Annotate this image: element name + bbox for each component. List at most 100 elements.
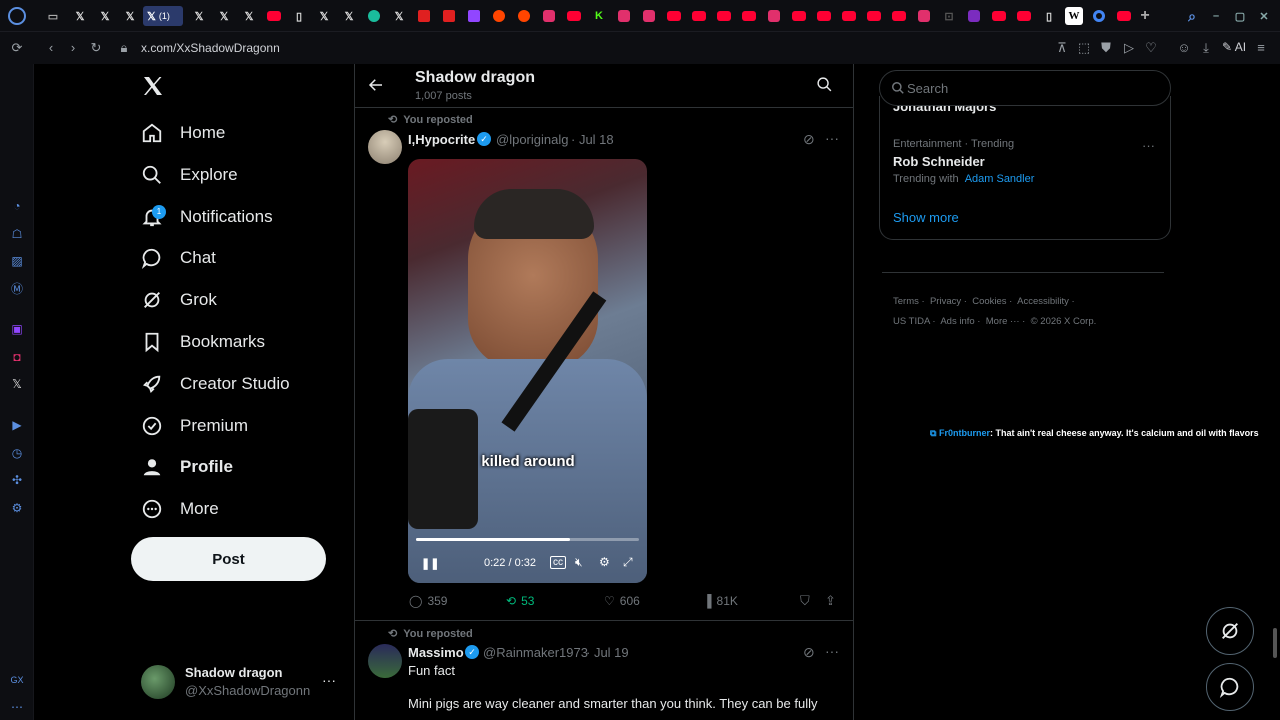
views-button[interactable]: ▐ 81K <box>703 594 738 608</box>
tab-site-icon[interactable] <box>365 7 383 25</box>
show-more-link[interactable]: Show more <box>893 210 959 225</box>
tab-x-icon[interactable]: 𝕏 <box>340 7 358 25</box>
author-name[interactable]: Massimo <box>408 645 464 660</box>
fullscreen-icon[interactable]: ⤢ <box>623 555 633 570</box>
tab-youtube-icon[interactable] <box>865 7 883 25</box>
nav-profile[interactable]: Profile <box>141 451 233 483</box>
tab-instagram-icon[interactable] <box>915 7 933 25</box>
tabs-icon[interactable]: ▨ <box>9 253 25 269</box>
reload-icon[interactable]: ↻ <box>88 40 104 56</box>
nav-creator-studio[interactable]: Creator Studio <box>141 368 290 400</box>
reply-button[interactable]: ◯ 359 <box>409 594 447 608</box>
tab-play-icon[interactable] <box>415 7 433 25</box>
footer-terms[interactable]: Terms <box>893 296 919 307</box>
tab-instagram-icon[interactable] <box>640 7 658 25</box>
grok-icon[interactable]: ⊘ <box>803 644 815 661</box>
tab-search-icon[interactable]: ⌕ <box>1183 7 1201 25</box>
x-icon[interactable]: 𝕏 <box>9 376 25 392</box>
aria-icon[interactable]: ◔ <box>9 198 25 214</box>
tab-reddit-icon[interactable] <box>490 7 508 25</box>
repost-button[interactable]: ⟲ 53 <box>506 594 534 608</box>
ai-tools-icon[interactable]: ☖ <box>9 226 25 242</box>
like-button[interactable]: ♡ 606 <box>604 594 640 608</box>
mail-icon[interactable]: Ⓜ <box>9 281 25 297</box>
tab-youtube-icon[interactable] <box>565 7 583 25</box>
opera-logo-icon[interactable] <box>8 7 26 25</box>
tab-wikipedia-icon[interactable]: W <box>1065 7 1083 25</box>
tab-twitch-icon[interactable] <box>465 7 483 25</box>
scrollbar-thumb[interactable] <box>1273 628 1277 658</box>
account-icon[interactable]: ☺ <box>1176 40 1192 56</box>
footer-accessibility[interactable]: Accessibility <box>1017 296 1069 307</box>
x-logo-icon[interactable] <box>141 74 165 98</box>
download-icon[interactable]: ⤓ <box>1198 40 1214 56</box>
forward-icon[interactable]: › <box>65 40 81 56</box>
post-date[interactable]: · Jul 19 <box>586 645 629 660</box>
author-handle[interactable]: @Rainmaker1973 <box>483 645 588 660</box>
search-input[interactable]: Search <box>879 70 1171 106</box>
nav-more[interactable]: More <box>141 493 219 525</box>
footer-privacy[interactable]: Privacy <box>930 296 961 307</box>
tab-youtube-icon[interactable] <box>1015 7 1033 25</box>
more-dots-icon[interactable]: ··· <box>1142 138 1155 153</box>
tab-youtube-icon[interactable] <box>690 7 708 25</box>
nav-grok[interactable]: Grok <box>141 284 217 316</box>
tab-youtube-icon[interactable] <box>840 7 858 25</box>
ai-button[interactable]: ✎ AI <box>1222 40 1246 54</box>
tab-youtube-icon[interactable] <box>740 7 758 25</box>
tab-x-icon[interactable]: 𝕏 <box>315 7 333 25</box>
more-rail-icon[interactable]: ⋯ <box>9 699 25 715</box>
tab-instagram-icon[interactable] <box>765 7 783 25</box>
post-date[interactable]: · Jul 18 <box>571 132 614 147</box>
trend-with-link[interactable]: Adam Sandler <box>965 173 1035 185</box>
close-window-icon[interactable]: ✕ <box>1255 7 1273 25</box>
more-dots-icon[interactable]: ··· <box>825 643 839 659</box>
footer-ads-info[interactable]: Ads info <box>940 316 974 327</box>
refresh-side-icon[interactable]: ⟳ <box>9 40 25 56</box>
history-icon[interactable]: ◷ <box>9 445 25 461</box>
back-arrow-icon[interactable] <box>367 76 385 94</box>
footer-us-tida[interactable]: US TIDA <box>893 316 930 327</box>
instagram-icon[interactable]: ◘ <box>9 349 25 365</box>
minimize-icon[interactable]: – <box>1207 7 1225 25</box>
tab-youtube-icon[interactable] <box>1115 7 1133 25</box>
tab-youtube-icon[interactable] <box>665 7 683 25</box>
avatar[interactable] <box>368 130 402 164</box>
captions-icon[interactable]: cc <box>550 556 566 569</box>
tab-doc-icon[interactable]: ▯ <box>1040 7 1058 25</box>
tab-google-icon[interactable] <box>1090 7 1108 25</box>
footer-cookies[interactable]: Cookies <box>972 296 1006 307</box>
account-switcher[interactable]: Shadow dragon @XxShadowDragonn ··· <box>141 662 341 702</box>
active-tab[interactable]: 𝕏 (1) <box>143 6 183 26</box>
extensions-icon[interactable]: ✣ <box>9 472 25 488</box>
tab-youtube-icon[interactable] <box>265 7 283 25</box>
nav-bookmarks[interactable]: Bookmarks <box>141 326 265 358</box>
author-name[interactable]: I,Hypocrite <box>408 132 475 147</box>
tab-x-icon[interactable]: 𝕏 <box>96 7 114 25</box>
shield-icon[interactable]: ⛊ <box>1098 40 1114 56</box>
tab-play-icon[interactable] <box>440 7 458 25</box>
share-icon[interactable]: ⇪ <box>825 593 836 609</box>
tab-youtube-icon[interactable] <box>890 7 908 25</box>
grok-icon[interactable]: ⊘ <box>803 131 815 148</box>
tab-site-icon[interactable] <box>965 7 983 25</box>
video-progress-track[interactable] <box>416 538 639 541</box>
video-player[interactable]: killed around ❚❚ 0:22 / 0:32 cc 🔇︎ ⚙ ⤢ <box>408 159 647 583</box>
nav-chat[interactable]: Chat <box>141 242 216 274</box>
settings-icon[interactable]: ⚙ <box>9 500 25 516</box>
avatar[interactable] <box>368 644 402 678</box>
more-dots-icon[interactable]: ··· <box>825 130 839 146</box>
tab-x-icon[interactable]: 𝕏 <box>390 7 408 25</box>
gx-icon[interactable]: GX <box>9 672 25 688</box>
tab-x-icon[interactable]: 𝕏 <box>240 7 258 25</box>
tab-icon[interactable]: ▭ <box>44 7 62 25</box>
tab-reddit-icon[interactable] <box>515 7 533 25</box>
maximize-icon[interactable]: ▢ <box>1231 7 1249 25</box>
profile-search-icon[interactable] <box>816 76 833 93</box>
player-icon[interactable]: ▶ <box>9 417 25 433</box>
menu-icon[interactable]: ≡ <box>1253 40 1269 56</box>
settings-icon[interactable]: ⚙ <box>599 555 610 569</box>
tab-doc-icon[interactable]: ▯ <box>290 7 308 25</box>
tab-x-icon[interactable]: 𝕏 <box>121 7 139 25</box>
tab-x-icon[interactable]: 𝕏 <box>215 7 233 25</box>
